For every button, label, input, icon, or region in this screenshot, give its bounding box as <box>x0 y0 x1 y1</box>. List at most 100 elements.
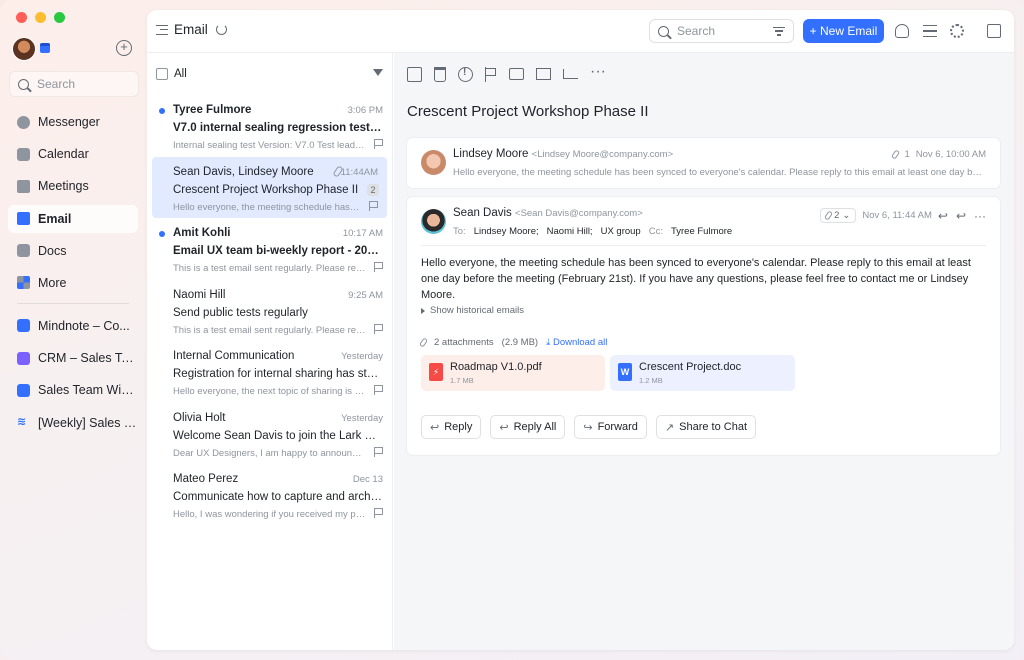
flag-icon[interactable] <box>374 139 383 149</box>
mail-list-item[interactable]: Tyree Fulmore 3:06 PM V7.0 internal seal… <box>147 95 392 157</box>
sidebar-item-label: Mindnote – Co... <box>38 318 130 333</box>
flag-icon[interactable] <box>374 385 383 395</box>
spam-icon[interactable] <box>458 66 473 82</box>
contacts-icon[interactable] <box>895 24 909 38</box>
doc-file-icon: W <box>618 363 632 381</box>
message-preview: Hello everyone, the meeting schedule has… <box>453 167 983 178</box>
reply-all-icon[interactable]: ↩ <box>956 209 966 223</box>
flag-icon[interactable] <box>374 446 383 457</box>
flag-icon[interactable] <box>374 262 383 272</box>
file-name: Roadmap V1.0.pdf <box>450 361 542 373</box>
mail-subject: Communicate how to capture and archive..… <box>173 491 383 503</box>
mail-preview: This is a test email sent regularly. Ple… <box>173 324 366 336</box>
new-email-button[interactable]: + New Email <box>803 19 884 43</box>
open-window-icon[interactable] <box>987 24 1001 38</box>
left-sidebar: + Search Messenger Calendar Meetings Ema… <box>0 0 147 660</box>
divider <box>421 245 986 246</box>
list-view-icon[interactable] <box>923 25 937 37</box>
message-card-expanded: Sean Davis <Sean Davis@company.com> 2 ⌄ … <box>407 197 1000 455</box>
download-all-link[interactable]: ⤓ Download all <box>546 337 607 348</box>
sidebar-item-label: Docs <box>38 243 67 258</box>
mail-subject: Crescent Project Workshop Phase II <box>173 183 359 196</box>
add-circle-icon[interactable]: + <box>116 40 132 56</box>
mail-preview: Hello everyone, the next topic of sharin… <box>173 386 366 397</box>
sidebar-item-wiki[interactable]: Sales Team Wiki... <box>8 376 138 404</box>
caret-right-icon <box>421 307 425 314</box>
mark-unread-icon[interactable] <box>536 68 551 80</box>
attachment-icon <box>891 149 901 160</box>
message-meta: 2 ⌄ Nov 6, 11:44 AM ↩ ↩ ··· <box>820 208 986 223</box>
select-all-label: All <box>174 68 187 80</box>
sidebar-item-email[interactable]: Email <box>8 204 138 233</box>
reply-icon: ↩ <box>430 421 440 434</box>
mail-subject: Welcome Sean Davis to join the Lark UX t… <box>173 429 383 442</box>
recipient[interactable]: Naomi Hill; <box>547 226 593 237</box>
recipients-line: To: Lindsey Moore; Naomi Hill; UX group … <box>453 226 732 237</box>
sidebar-item-mindnote[interactable]: Mindnote – Co... <box>8 312 138 340</box>
chevron-down-icon: ⌄ <box>842 210 851 221</box>
flag-icon[interactable] <box>374 323 383 334</box>
mail-list-item[interactable]: Mateo Perez Dec 13 Communicate how to ca… <box>147 464 392 526</box>
sidebar-item-label: Calendar <box>38 147 89 162</box>
refresh-icon[interactable] <box>215 24 227 35</box>
mail-list-item[interactable]: Naomi Hill 9:25 AM Send public tests reg… <box>147 280 392 342</box>
mail-subject: Registration for internal sharing has st… <box>173 368 383 380</box>
sidebar-search[interactable]: Search <box>9 71 139 97</box>
sidebar-item-weekly[interactable]: ≋ [Weekly] Sales T... <box>8 409 138 437</box>
attachments-dropdown[interactable]: 2 ⌄ <box>820 208 857 223</box>
archive-icon[interactable] <box>407 66 422 82</box>
search-icon <box>18 78 29 90</box>
recipient-group[interactable]: UX group <box>601 226 641 237</box>
search-icon <box>658 25 669 37</box>
select-all-checkbox[interactable] <box>156 68 168 80</box>
trash-icon[interactable] <box>434 66 446 82</box>
pdf-file-icon: ⚡ <box>429 363 443 381</box>
attachment-file[interactable]: W Crescent Project.doc 1.2 MB <box>610 355 795 391</box>
show-history-label: Show historical emails <box>430 305 524 316</box>
sidebar-item-docs[interactable]: Docs <box>8 237 138 265</box>
reply-button[interactable]: ↩ Reply <box>421 415 482 439</box>
share-to-chat-button[interactable]: ↗ Share to Chat <box>655 415 757 439</box>
more-options-icon[interactable]: ··· <box>974 209 986 223</box>
move-folder-icon[interactable] <box>509 68 524 80</box>
email-toolbar: Email Search + New Email <box>147 10 1014 53</box>
reply-all-button[interactable]: ↩ Reply All <box>490 415 566 439</box>
flag-icon[interactable] <box>374 508 383 518</box>
attachments-size: (2.9 MB) <box>501 337 539 348</box>
sidebar-item-calendar[interactable]: Calendar <box>8 140 138 168</box>
show-history-toggle[interactable]: Show historical emails <box>421 305 524 316</box>
sidebar-divider <box>17 302 129 304</box>
sidebar-item-label: Email <box>38 211 72 226</box>
sidebar-item-messenger[interactable]: Messenger <box>8 108 138 136</box>
quick-actions: ↩ ↩ ··· <box>938 209 986 223</box>
mail-list: All Tyree Fulmore 3:06 PM V7.0 internal … <box>147 53 393 650</box>
flag-icon[interactable] <box>369 200 378 211</box>
mail-list-item[interactable]: Sean Davis, Lindsey Moore 11:44AM Cresce… <box>152 156 387 218</box>
sidebar-nav: Messenger Calendar Meetings Email Docs M… <box>8 108 138 441</box>
sidebar-item-meetings[interactable]: Meetings <box>8 172 138 200</box>
user-avatar[interactable] <box>12 37 36 61</box>
mail-search-input[interactable]: Search <box>649 19 794 43</box>
mail-preview: Hello everyone, the meeting schedule has… <box>173 201 361 213</box>
cc-recipient[interactable]: Tyree Fulmore <box>671 226 732 237</box>
reply-icon[interactable]: ↩ <box>938 209 948 223</box>
more-options-icon[interactable]: ··· <box>590 63 606 82</box>
forward-button[interactable]: ↪ Forward <box>574 415 647 439</box>
message-card-collapsed[interactable]: Lindsey Moore <Lindsey Moore@company.com… <box>407 138 1000 188</box>
collapse-sidebar-icon[interactable] <box>156 24 168 35</box>
filter-icon[interactable] <box>773 27 785 36</box>
recipient[interactable]: Lindsey Moore; <box>474 226 539 237</box>
crm-icon <box>17 351 30 365</box>
mail-list-item[interactable]: Amit Kohli 10:17 AM Email UX team bi-wee… <box>147 218 392 280</box>
profile-row: + <box>12 37 134 61</box>
mail-list-item[interactable]: Olivia Holt Yesterday Welcome Sean Davis… <box>147 403 392 465</box>
page-title: Email <box>174 22 208 37</box>
sidebar-item-crm[interactable]: CRM – Sales Te... <box>8 344 138 372</box>
flag-icon[interactable] <box>485 66 497 82</box>
sidebar-item-more[interactable]: More <box>8 269 138 297</box>
mail-list-item[interactable]: Internal Communication Yesterday Registr… <box>147 341 392 403</box>
gear-icon[interactable] <box>950 24 964 38</box>
filter-icon[interactable] <box>373 69 383 76</box>
share-icon[interactable] <box>563 69 578 79</box>
attachment-file[interactable]: ⚡ Roadmap V1.0.pdf 1.7 MB <box>421 355 605 391</box>
